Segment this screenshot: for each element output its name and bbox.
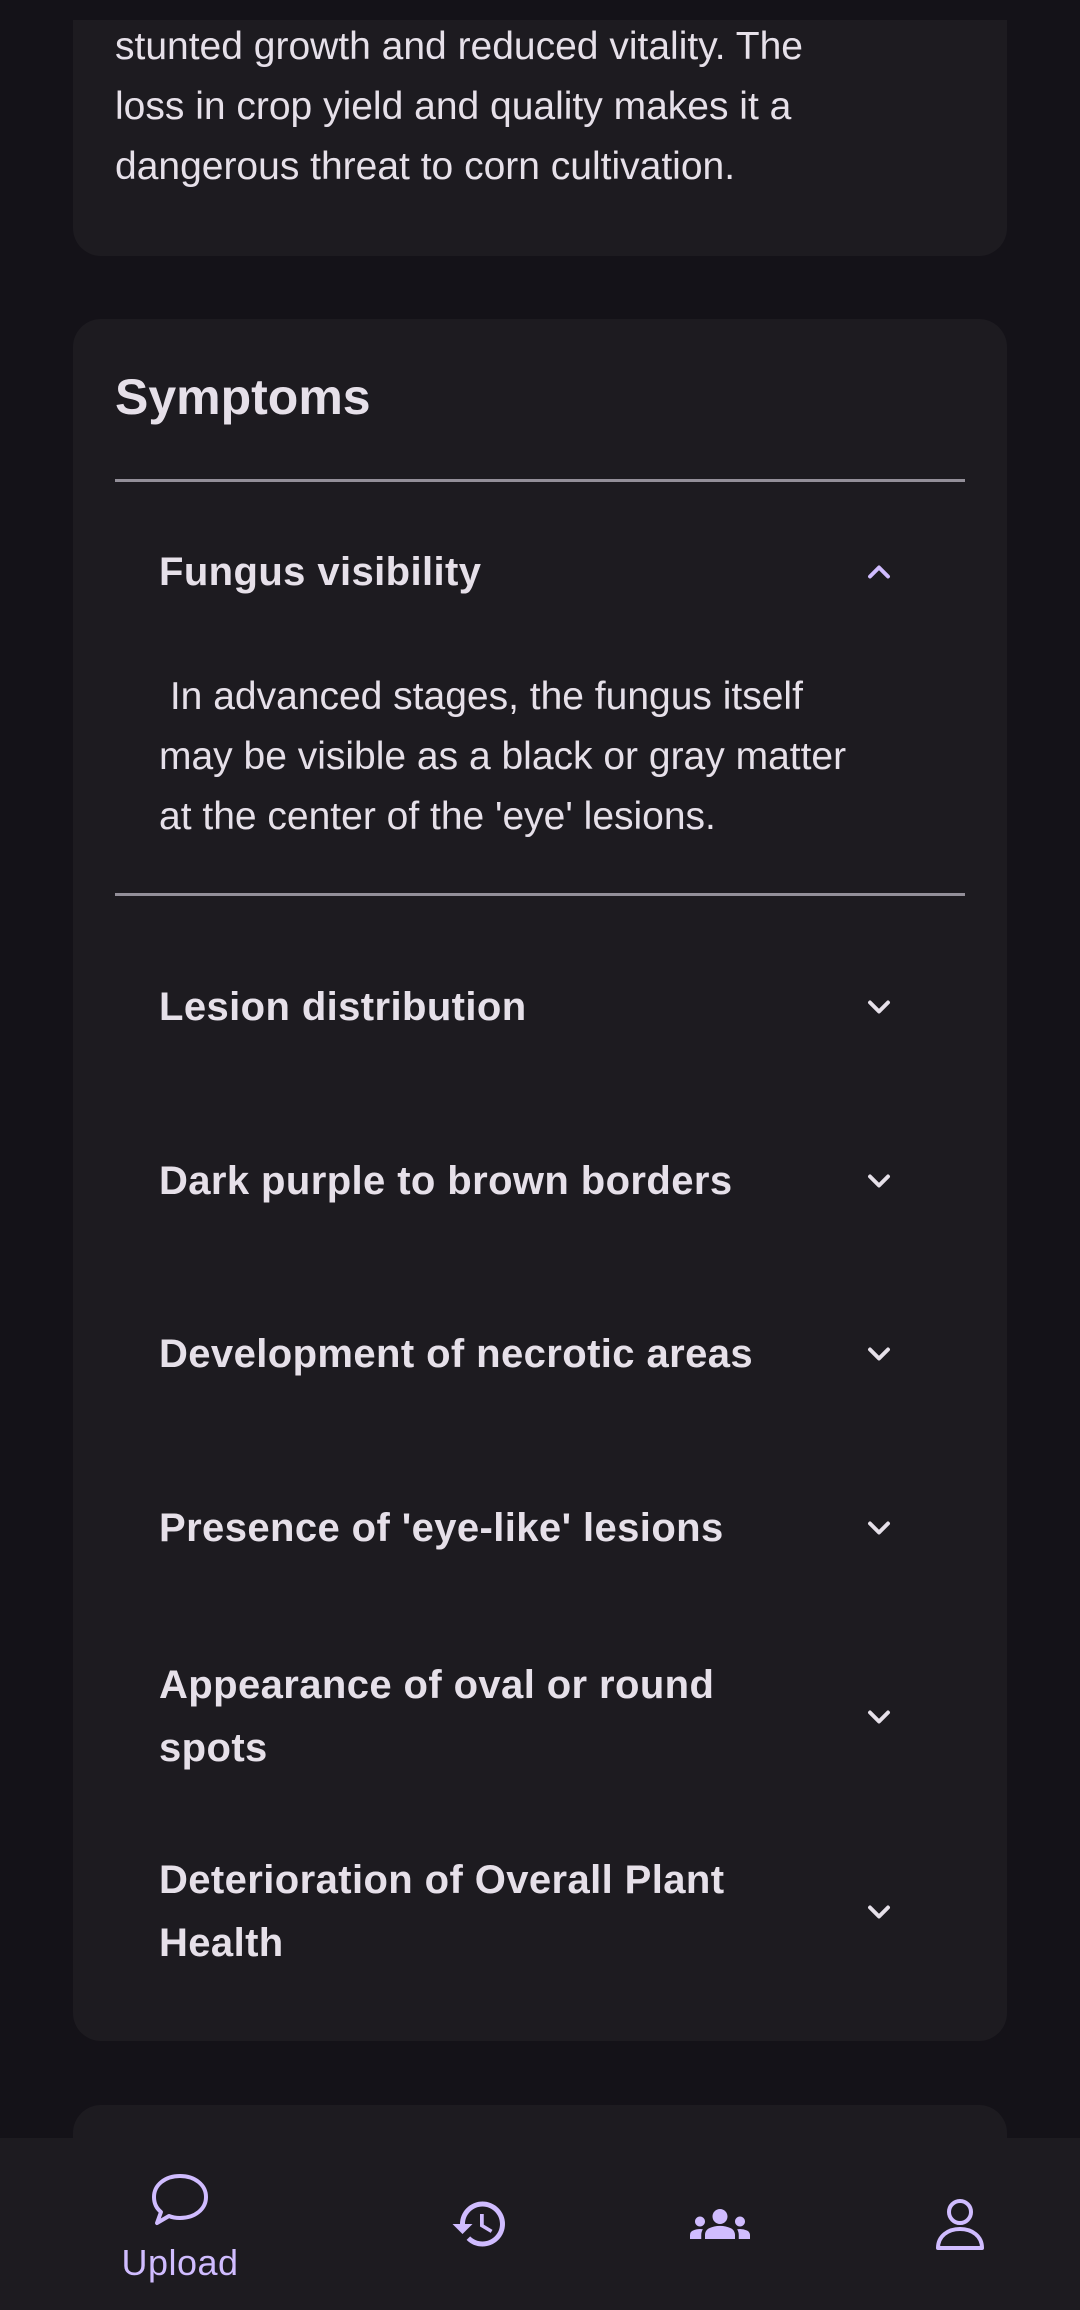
disease-overview-card: stunted growth and reduced vitality. The… (73, 0, 1007, 256)
chevron-down-icon[interactable] (855, 1330, 903, 1378)
accordion-lesion-distribution[interactable]: Lesion distribution (159, 942, 965, 1072)
bottom-navigation: Upload (0, 2138, 1080, 2310)
accordion-label: Fungus visibility (159, 549, 482, 594)
accordion-dark-purple-borders[interactable]: Dark purple to brown borders (159, 1116, 965, 1246)
chevron-down-icon[interactable] (855, 1693, 903, 1741)
symptoms-card: Symptoms Fungus visibility In advanced s… (73, 319, 1007, 2041)
history-icon (448, 2192, 512, 2256)
accordion-label: Deterioration of Overall Plant Health (159, 1858, 725, 1965)
nav-upload-label: Upload (121, 2242, 239, 2283)
overview-text: stunted growth and reduced vitality. The… (115, 25, 803, 188)
accordion-necrotic-areas[interactable]: Development of necrotic areas (159, 1289, 965, 1419)
accordion-label: Dark purple to brown borders (159, 1158, 733, 1203)
community-icon (685, 2192, 755, 2256)
accordion-label: Development of necrotic areas (159, 1331, 754, 1376)
chevron-down-icon[interactable] (855, 1157, 903, 1205)
chevron-down-icon[interactable] (855, 1888, 903, 1936)
chat-bubble-icon (148, 2168, 212, 2232)
accordion-fungus-visibility[interactable]: Fungus visibility (159, 522, 965, 622)
accordion-oval-round-spots[interactable]: Appearance of oval or round spots (159, 1637, 965, 1797)
accordion-label: Lesion distribution (159, 984, 527, 1029)
accordion-plant-health[interactable]: Deterioration of Overall Plant Health (159, 1832, 965, 1992)
symptoms-title: Symptoms (115, 369, 371, 425)
accordion-divider (115, 479, 965, 482)
accordion-eye-like-lesions[interactable]: Presence of 'eye-like' lesions (159, 1463, 965, 1593)
nav-upload[interactable]: Upload (90, 2138, 270, 2310)
accordion-label: Presence of 'eye-like' lesions (159, 1505, 724, 1550)
accordion-label: Appearance of oval or round spots (159, 1663, 715, 1770)
accordion-divider (115, 893, 965, 896)
nav-profile[interactable] (870, 2138, 1050, 2310)
nav-history[interactable] (390, 2138, 570, 2310)
nav-community[interactable] (630, 2138, 810, 2310)
status-bar-shade (0, 0, 1080, 20)
accordion-body-fungus-visibility: In advanced stages, the fungus itself ma… (159, 675, 847, 838)
chevron-down-icon[interactable] (855, 983, 903, 1031)
chevron-up-icon[interactable] (855, 548, 903, 596)
profile-icon (928, 2192, 992, 2256)
chevron-down-icon[interactable] (855, 1504, 903, 1552)
